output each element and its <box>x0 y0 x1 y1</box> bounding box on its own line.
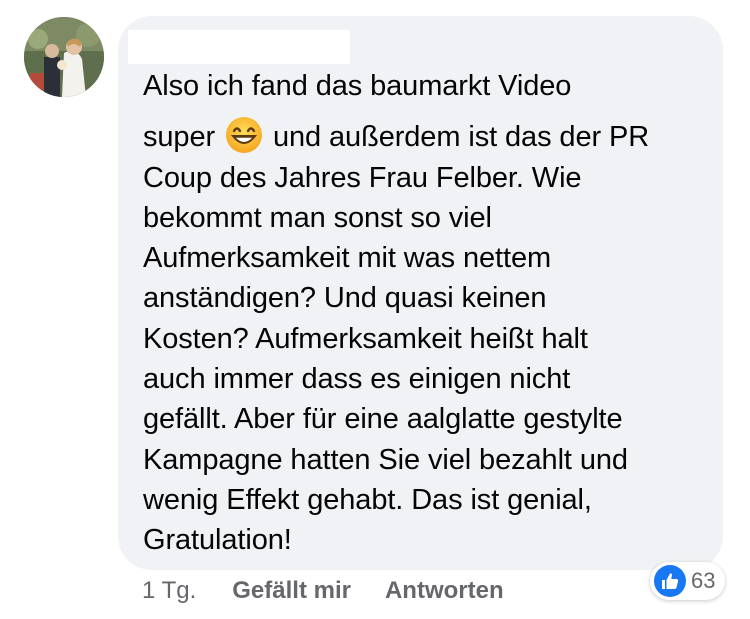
comment-line: Also ich fand das baumarkt Video <box>143 70 572 102</box>
comment-actions: 1 Tg. Gefällt mir Antworten <box>142 577 504 605</box>
grinning-face-with-smiling-eyes-icon <box>226 117 263 154</box>
reaction-count: 63 <box>691 568 716 593</box>
comment-line: Kampagne hatten Sie viel bezahlt und <box>143 443 628 476</box>
comment-line: wenig Effekt gehabt. Das ist genial, <box>143 483 592 516</box>
comment-line: Kosten? Aufmerksamkeit heißt halt <box>143 322 588 355</box>
avatar[interactable] <box>24 17 104 97</box>
comment-line: bekommt man sonst so viel <box>143 201 492 234</box>
comment-line: auch immer dass es einigen nicht <box>143 363 571 396</box>
comment-line: Coup des Jahres Frau Felber. Wie <box>143 161 582 194</box>
timestamp[interactable]: 1 Tg. <box>142 577 196 605</box>
comment-line: Aufmerksamkeit mit was nettem <box>143 242 552 275</box>
author-name-redacted[interactable] <box>128 30 350 64</box>
comment-line-with-emoji: super und außerdem ist das der PR <box>143 116 713 157</box>
comment-line: gefällt. Aber für eine aalglatte gestylt… <box>143 403 623 436</box>
avatar-photo <box>24 17 104 97</box>
like-button[interactable]: Gefällt mir <box>232 577 351 605</box>
comment-line: anständigen? Und quasi keinen <box>143 282 547 315</box>
comment-word: super <box>143 121 216 154</box>
reaction-summary[interactable]: 63 <box>650 562 726 600</box>
comment-line: Gratulation! <box>143 524 292 557</box>
reply-button[interactable]: Antworten <box>385 577 504 605</box>
comment-text: Also ich fand das baumarkt Video super u… <box>143 66 713 561</box>
comment-word: und außerdem ist das der PR <box>272 121 650 154</box>
thumbs-up-icon <box>654 565 686 597</box>
